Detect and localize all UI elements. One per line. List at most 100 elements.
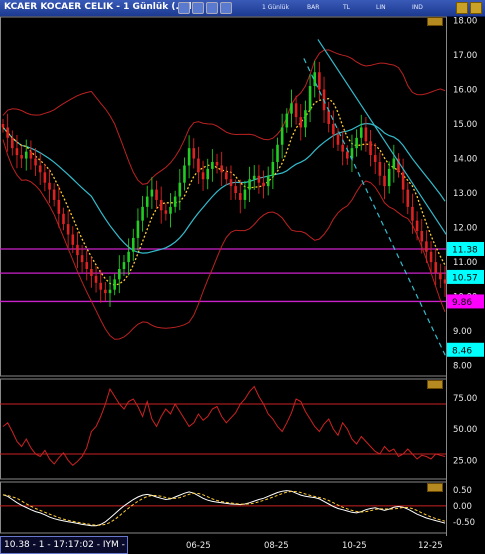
price-candle	[150, 189, 154, 197]
price-candle	[192, 148, 196, 159]
price-candle	[164, 210, 168, 214]
rsi-line	[2, 385, 446, 466]
price-candle	[104, 289, 107, 294]
price-candle	[34, 158, 37, 166]
price-candle	[1, 124, 5, 128]
price-candle	[113, 279, 116, 290]
x-tick-label: 06-25	[186, 541, 211, 551]
price-candle	[178, 182, 182, 197]
osc-panel-settings-icon[interactable]	[427, 483, 443, 492]
price-candle	[383, 175, 386, 187]
chart-canvas[interactable]: 18.00 17.00 16.00 15.00 14.00 13.00 12.00 11.00…	[0, 0, 485, 554]
price-y-tick: 14.00	[453, 155, 477, 165]
price-candle	[369, 141, 372, 156]
price-candle	[304, 110, 307, 128]
panel-settings-icon[interactable]	[427, 17, 443, 26]
price-y-tick: 9.00	[453, 327, 472, 337]
price-candle	[215, 161, 219, 166]
price-candle	[425, 241, 428, 252]
price-candle	[90, 268, 93, 276]
price-candle	[62, 213, 65, 225]
price-candle	[169, 206, 172, 214]
price-candle	[220, 165, 223, 173]
price-candle	[15, 148, 19, 156]
price-candle	[141, 206, 144, 221]
price-candle	[327, 110, 330, 125]
price-candle	[11, 137, 14, 149]
price-candle	[434, 262, 437, 273]
rsi-y-tick: 75.00	[453, 394, 477, 404]
price-candle	[206, 168, 210, 180]
price-candle	[80, 255, 84, 263]
price-candle	[127, 251, 130, 263]
price-candle	[252, 175, 256, 180]
price-candle	[229, 179, 233, 187]
price-candle	[266, 175, 270, 187]
price-candle	[443, 279, 447, 284]
price-candle	[373, 155, 377, 162]
price-candle	[420, 231, 424, 242]
price-candle	[145, 196, 149, 207]
rsi-panel-frame	[0, 378, 447, 480]
rsi-y-tick: 25.00	[453, 456, 477, 466]
price-candle	[285, 113, 289, 128]
trend-line	[303, 58, 446, 356]
price-candle	[136, 220, 140, 238]
price-y-tick: 18.00	[453, 16, 477, 26]
price-candle	[6, 127, 9, 138]
price-candle	[290, 103, 293, 114]
price-candle	[341, 144, 344, 152]
price-candle	[299, 117, 303, 128]
price-candle	[308, 86, 312, 111]
price-candle	[197, 158, 200, 173]
price-candle	[332, 124, 335, 135]
price-candle	[20, 155, 23, 159]
price-candle	[99, 282, 103, 290]
price-y-tick: 17.00	[453, 51, 477, 61]
price-candle	[378, 161, 382, 176]
price-candle	[159, 199, 163, 211]
chart-window: KCAER KOCAER CELIK - 1 Günlük (.1d) 1 Gü…	[0, 0, 485, 554]
price-candle	[411, 206, 414, 221]
price-candle	[359, 127, 363, 138]
price-label: 9.86	[452, 298, 472, 308]
price-candle	[118, 268, 121, 280]
price-candle	[355, 137, 358, 149]
price-candle	[122, 262, 126, 269]
price-candle	[336, 134, 340, 145]
price-label: 8.46	[452, 346, 472, 356]
oscillator-y-tick: 0.50	[453, 486, 472, 496]
price-candle	[243, 189, 247, 200]
price-candle	[24, 151, 28, 159]
price-y-tick: 11.00	[453, 258, 477, 268]
price-candle	[52, 189, 56, 200]
price-candle	[280, 127, 284, 145]
price-candle	[234, 186, 237, 194]
price-candle	[392, 158, 396, 169]
x-tick-label: 12-25	[418, 541, 443, 551]
price-y-tick: 16.00	[453, 85, 477, 95]
rsi-y-tick: 50.00	[453, 425, 477, 435]
oscillator-y-tick: 0.00	[453, 502, 472, 512]
oscillator-y-tick: -0.50	[453, 518, 475, 528]
x-tick-label: 10-25	[342, 541, 367, 551]
price-candle	[183, 165, 186, 183]
price-y-tick: 13.00	[453, 189, 477, 199]
price-y-tick: 12.00	[453, 224, 477, 234]
rsi-panel-settings-icon[interactable]	[427, 380, 443, 389]
price-label: 10.57	[452, 273, 478, 283]
price-candle	[76, 244, 79, 256]
price-candle	[262, 182, 265, 187]
price-candle	[48, 182, 51, 190]
price-candle	[415, 220, 419, 232]
price-candle	[439, 272, 442, 280]
price-panel-frame	[0, 16, 447, 377]
price-candle	[345, 151, 349, 159]
status-bar: 10.38 - 1 - 17:17:02 - IYM - ACP	[0, 536, 128, 554]
price-candle	[173, 196, 177, 207]
price-candle	[429, 251, 433, 263]
price-candle	[387, 168, 391, 187]
price-candle	[43, 172, 47, 183]
price-label: 11.38	[452, 245, 478, 255]
price-candle	[364, 127, 368, 142]
